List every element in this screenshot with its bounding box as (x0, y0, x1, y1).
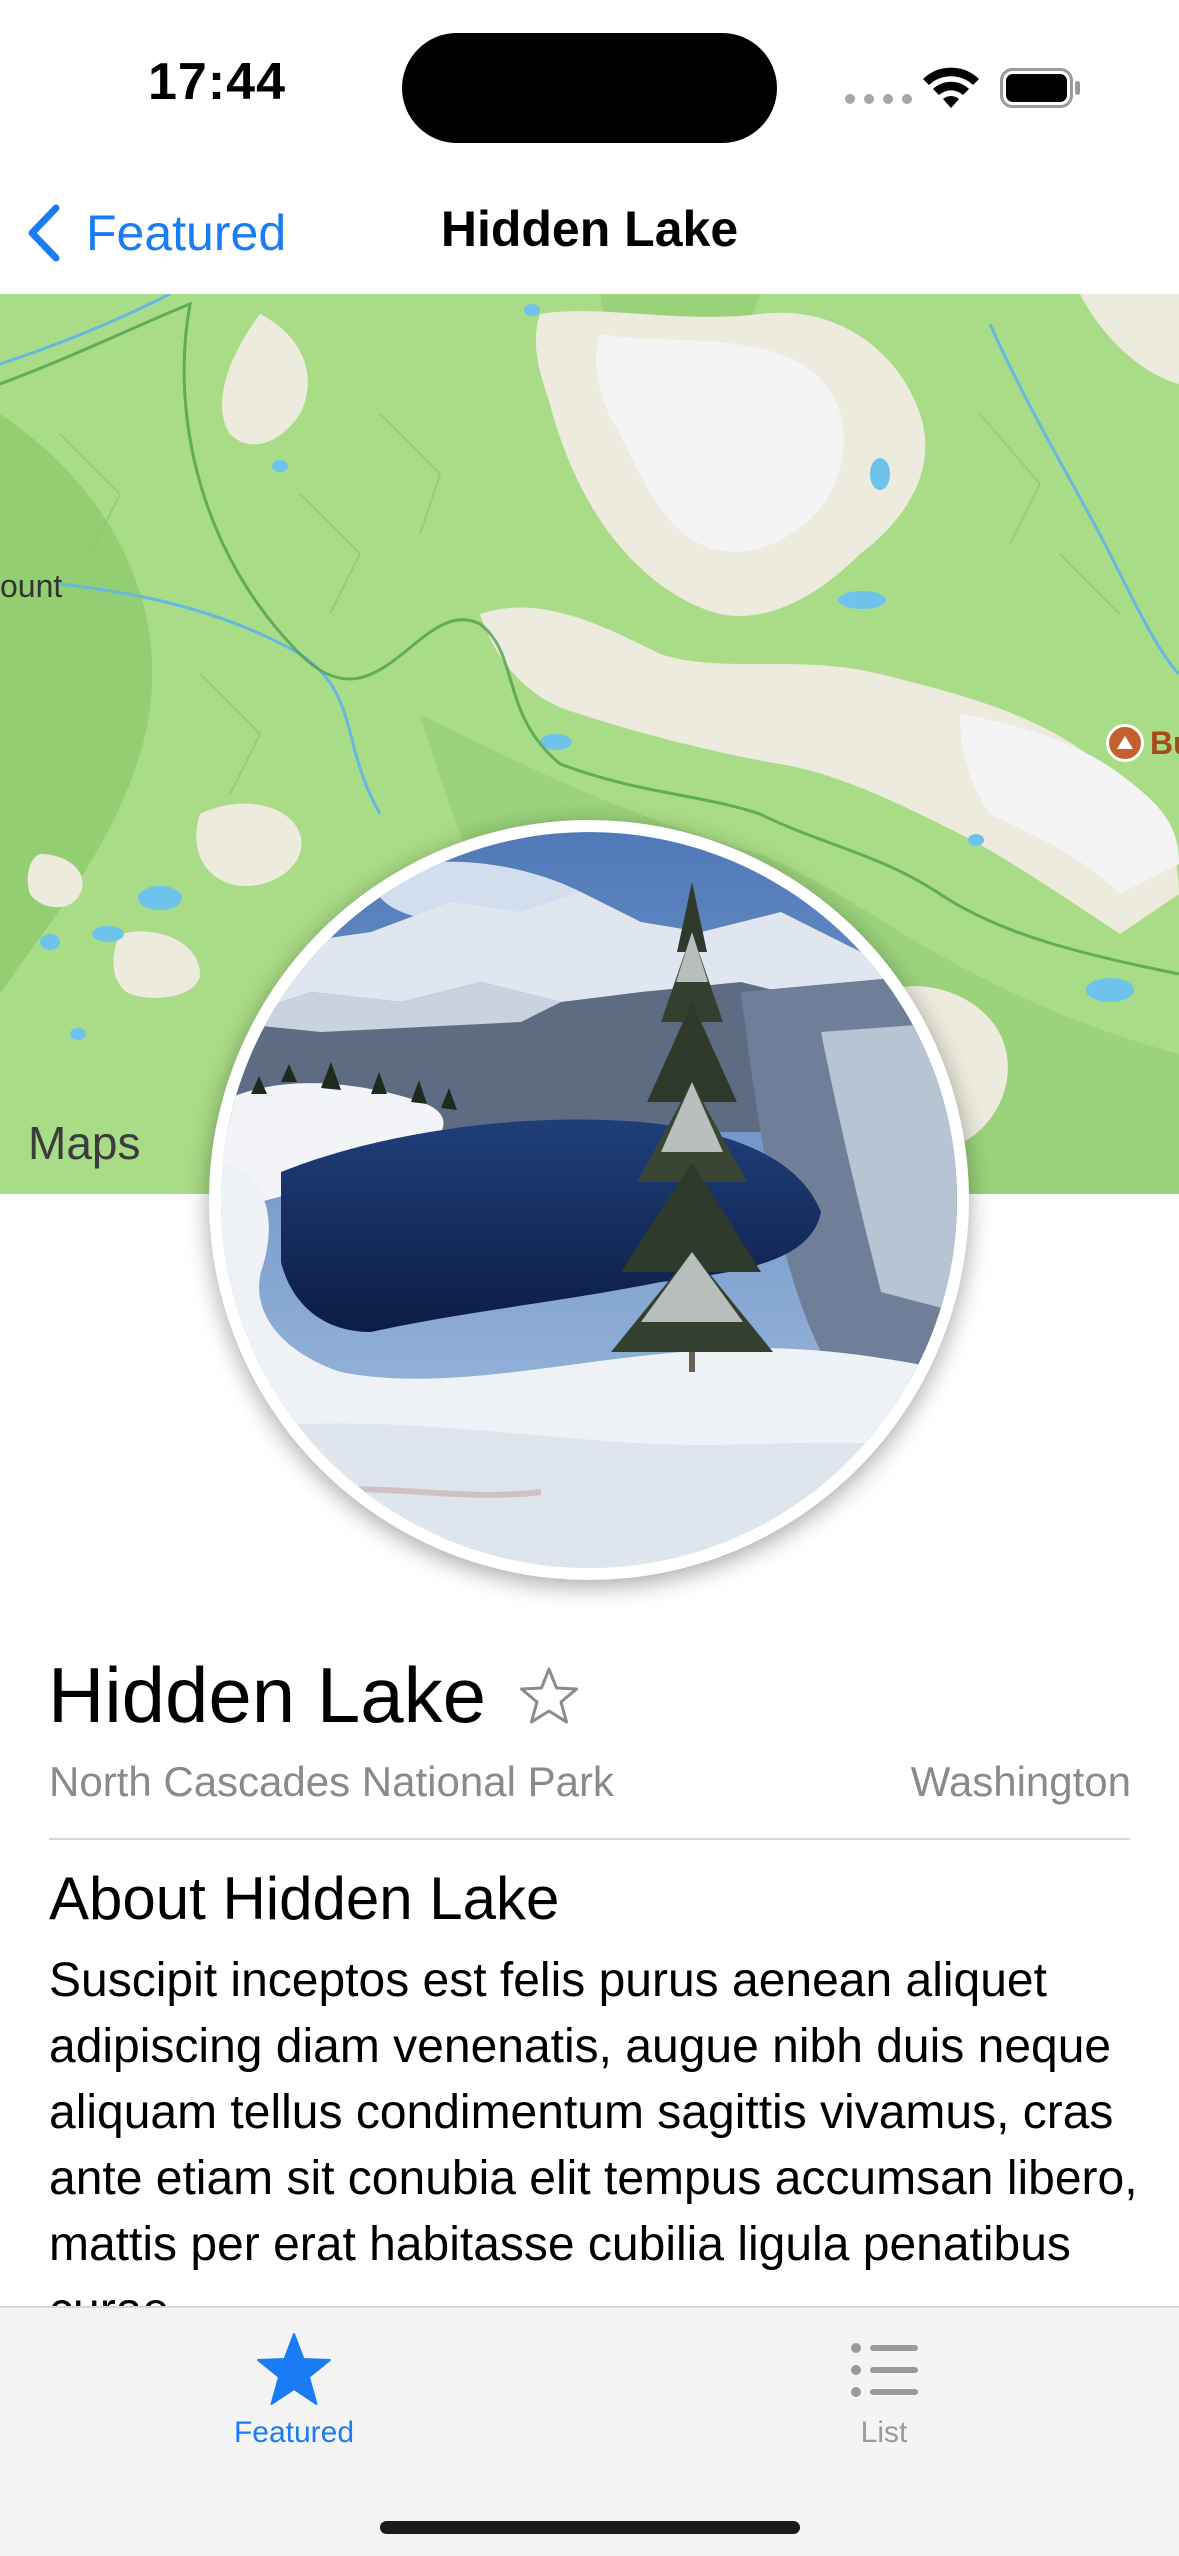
maps-attribution[interactable]: Maps (28, 1116, 768, 1194)
dynamic-island (402, 33, 777, 143)
landmark-title-row: Hidden Lake (48, 1650, 580, 1741)
tab-list[interactable]: List (754, 2330, 1014, 2460)
divider (49, 1838, 1130, 1840)
about-description: Suscipit inceptos est felis purus aenean… (49, 1954, 1138, 2308)
status-bar: 17:44 (0, 0, 1179, 170)
state-name: Washington (910, 1758, 1131, 1805)
tab-list-label: List (860, 2416, 908, 2449)
list-icon (851, 2343, 918, 2397)
status-time: 17:44 (148, 53, 286, 111)
wifi-icon (923, 67, 979, 108)
park-name: North Cascades National Park (49, 1758, 614, 1805)
signal-dots-icon (845, 94, 912, 104)
map-poi[interactable]: Bu (1106, 724, 1179, 762)
home-indicator (380, 2521, 800, 2534)
map-poi-label: Bu (1150, 724, 1179, 761)
navigation-bar: Featured Hidden Lake (0, 170, 1179, 294)
star-filled-icon (257, 2333, 331, 2405)
tab-featured[interactable]: Featured (164, 2330, 424, 2460)
star-outline-icon[interactable] (518, 1665, 580, 1727)
about-heading: About Hidden Lake (49, 1865, 560, 1932)
landmark-photo-frame (209, 820, 969, 1580)
landmark-photo (221, 832, 957, 1568)
landmark-title: Hidden Lake (48, 1651, 486, 1739)
map-place-label: ount (0, 568, 63, 604)
mountain-pin-icon (1106, 724, 1144, 762)
tab-featured-label: Featured (233, 2416, 355, 2449)
lake-landscape-image (221, 832, 957, 1568)
battery-icon (1000, 68, 1080, 108)
nav-title: Hidden Lake (440, 201, 739, 257)
tab-bar: Featured List (0, 2306, 1179, 2556)
